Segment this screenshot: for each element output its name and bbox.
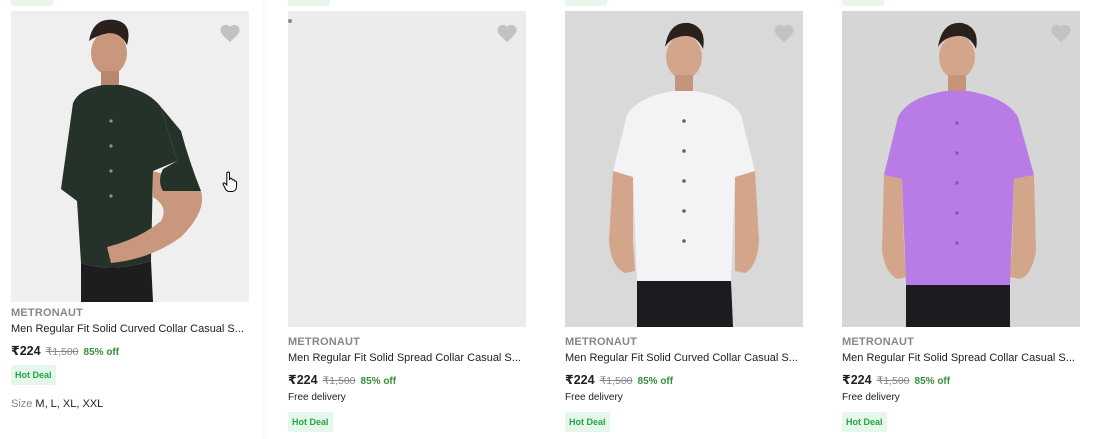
product-info: METRONAUT Men Regular Fit Solid Spread C… [842,335,1082,432]
product-card[interactable]: METRONAUT Men Regular Fit Solid Spread C… [277,0,539,439]
delivery-info: Free delivery [565,392,623,403]
product-title[interactable]: Men Regular Fit Solid Spread Collar Casu… [842,350,1082,366]
selling-price: ₹224 [842,373,872,387]
product-title[interactable]: Men Regular Fit Solid Curved Collar Casu… [11,321,251,337]
card-top-tag [288,0,330,6]
brand-name: METRONAUT [842,336,915,348]
size-label: Size [11,398,33,410]
product-grid: METRONAUT Men Regular Fit Solid Curved C… [0,0,1095,439]
size-options: Size M, L, XL, XXL [11,398,251,410]
product-info: METRONAUT Men Regular Fit Solid Curved C… [565,335,805,432]
model-illustration [288,11,526,327]
discount-label: 85% off [83,347,120,358]
brand-name: METRONAUT [565,336,638,348]
product-card[interactable]: METRONAUT Men Regular Fit Solid Spread C… [831,0,1093,439]
product-image[interactable] [288,11,526,327]
product-info: METRONAUT Men Regular Fit Solid Curved C… [11,306,251,410]
size-values: M, L, XL, XXL [35,398,104,410]
discount-label: 85% off [914,376,951,387]
brand-name: METRONAUT [288,336,361,348]
delivery-info: Free delivery [288,392,346,403]
product-title[interactable]: Men Regular Fit Solid Spread Collar Casu… [288,350,528,366]
product-image[interactable] [11,11,249,302]
product-image[interactable] [842,11,1080,327]
product-info: METRONAUT Men Regular Fit Solid Spread C… [288,335,528,432]
delivery-info: Free delivery [842,392,900,403]
hot-deal-badge: Hot Deal [288,412,333,432]
card-top-tag [11,0,53,6]
wishlist-heart-icon[interactable] [1050,23,1072,43]
selling-price: ₹224 [288,373,318,387]
selling-price: ₹224 [565,373,595,387]
discount-label: 85% off [360,376,397,387]
original-price: ₹1,500 [599,375,633,387]
model-illustration [61,19,203,302]
hot-deal-badge: Hot Deal [11,365,56,385]
wishlist-heart-icon[interactable] [496,23,518,43]
price-row: ₹224 ₹1,500 85% off [11,343,251,359]
original-price: ₹1,500 [322,375,356,387]
product-title[interactable]: Men Regular Fit Solid Curved Collar Casu… [565,350,805,366]
wishlist-heart-icon[interactable] [219,23,241,43]
price-row: ₹224 ₹1,500 85% off [565,372,805,388]
product-card[interactable]: METRONAUT Men Regular Fit Solid Curved C… [554,0,816,439]
model-illustration [609,22,759,327]
brand-name: METRONAUT [11,307,84,319]
selling-price: ₹224 [11,344,41,358]
model-illustration [882,22,1036,327]
hand-pointer-icon [222,171,237,192]
product-image[interactable] [565,11,803,327]
price-row: ₹224 ₹1,500 85% off [842,372,1082,388]
carousel-dot [288,19,292,23]
price-row: ₹224 ₹1,500 85% off [288,372,528,388]
wishlist-heart-icon[interactable] [773,23,795,43]
original-price: ₹1,500 [45,346,79,358]
hot-deal-badge: Hot Deal [842,412,887,432]
original-price: ₹1,500 [876,375,910,387]
discount-label: 85% off [637,376,674,387]
product-card[interactable]: METRONAUT Men Regular Fit Solid Curved C… [0,0,262,439]
hot-deal-badge: Hot Deal [565,412,610,432]
card-top-tag [842,0,884,6]
card-top-tag [565,0,607,6]
